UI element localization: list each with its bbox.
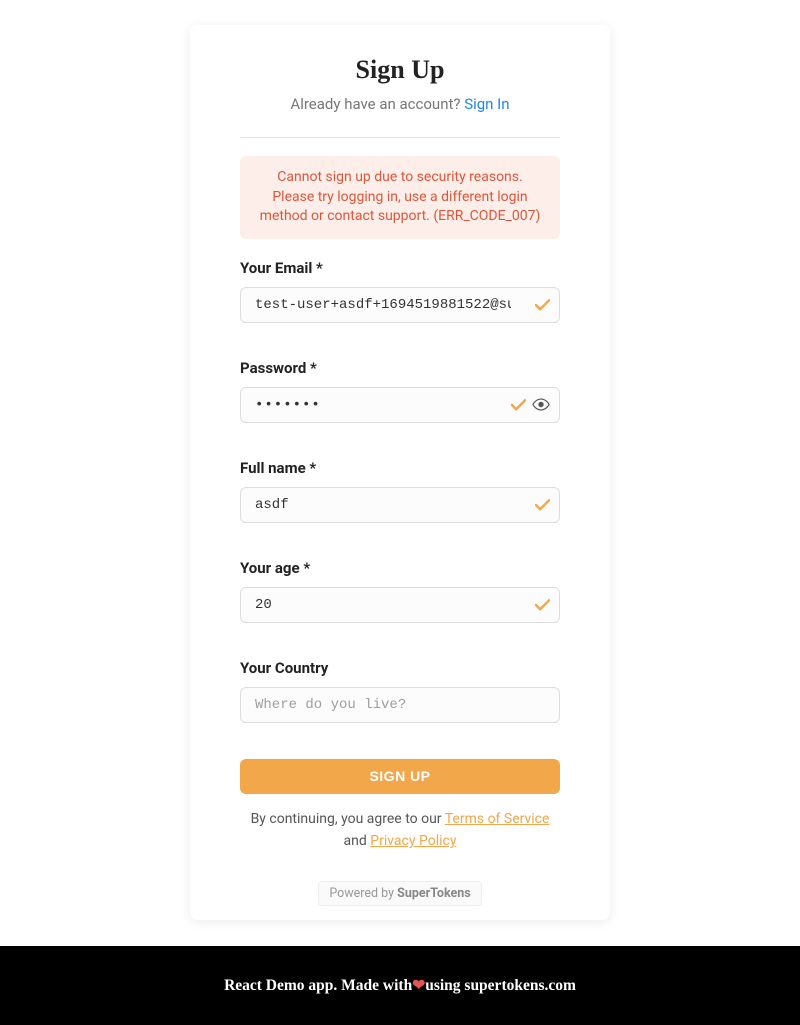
footer-suffix: using supertokens.com: [425, 977, 576, 994]
eye-icon[interactable]: [532, 398, 550, 411]
subtitle: Already have an account? Sign In: [240, 95, 560, 113]
footer-prefix: React Demo app. Made with: [224, 977, 412, 994]
heart-icon: ❤: [412, 977, 425, 994]
check-icon: [535, 599, 550, 611]
check-icon: [535, 299, 550, 311]
country-label: Your Country: [240, 659, 560, 677]
footer: React Demo app. Made with❤using supertok…: [0, 946, 800, 1025]
tos-text: By continuing, you agree to our Terms of…: [240, 808, 560, 853]
signup-button[interactable]: SIGN UP: [240, 759, 560, 794]
powered-badge[interactable]: Powered by SuperTokens: [318, 881, 481, 906]
email-label: Your Email *: [240, 259, 560, 277]
fullname-input[interactable]: [240, 487, 560, 523]
powered-prefix: Powered by: [329, 886, 397, 901]
tos-prefix: By continuing, you agree to our: [251, 811, 445, 827]
tos-link[interactable]: Terms of Service: [445, 811, 550, 827]
tos-middle: and: [344, 833, 371, 849]
field-country: Your Country: [240, 659, 560, 723]
privacy-link[interactable]: Privacy Policy: [370, 833, 456, 849]
check-icon: [535, 499, 550, 511]
field-age: Your age *: [240, 559, 560, 623]
password-label: Password *: [240, 359, 560, 377]
divider: [240, 137, 560, 138]
page-title: Sign Up: [240, 55, 560, 85]
subtitle-text: Already have an account?: [290, 95, 464, 113]
country-input[interactable]: [240, 687, 560, 723]
field-password: Password *: [240, 359, 560, 423]
error-banner: Cannot sign up due to security reasons. …: [240, 156, 560, 239]
age-input[interactable]: [240, 587, 560, 623]
fullname-label: Full name *: [240, 459, 560, 477]
powered-brand: SuperTokens: [397, 886, 471, 901]
check-icon: [511, 399, 526, 411]
email-input[interactable]: [240, 287, 560, 323]
signup-card: Sign Up Already have an account? Sign In…: [190, 25, 610, 920]
signin-link[interactable]: Sign In: [464, 95, 509, 113]
age-label: Your age *: [240, 559, 560, 577]
field-fullname: Full name *: [240, 459, 560, 523]
field-email: Your Email *: [240, 259, 560, 323]
